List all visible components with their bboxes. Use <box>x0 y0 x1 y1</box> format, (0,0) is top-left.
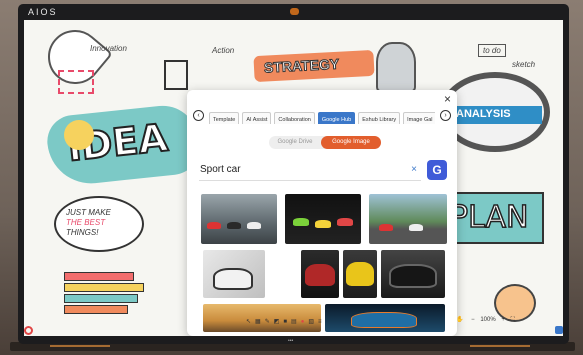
tab-eshub-library[interactable]: Eshub Library <box>358 112 401 124</box>
whiteboard-canvas[interactable]: Innovation Action STRATEGY to do sketch … <box>24 20 563 336</box>
tab-template[interactable]: Template <box>209 112 240 124</box>
bubble-text: JUST MAKE THE BEST THINGS! <box>66 208 111 238</box>
lightbulb-icon <box>64 120 94 150</box>
todo-note: to do <box>478 44 506 57</box>
tab-list: Template AI Assist Collaboration Google Hub… <box>209 108 435 124</box>
board-sketch <box>164 60 188 90</box>
tv-logo: ••• <box>288 338 294 344</box>
app-logo-icon <box>24 326 33 335</box>
source-toggle: Google Drive Google Image <box>269 136 381 149</box>
result-image[interactable] <box>381 250 445 298</box>
strategy-text: STRATEGY <box>263 55 340 76</box>
text-icon[interactable]: ▤ <box>291 319 297 325</box>
car-shape <box>213 268 253 290</box>
stand-light <box>470 345 530 347</box>
shape-icon[interactable]: ■ <box>283 319 287 325</box>
result-image[interactable] <box>343 250 377 298</box>
clear-icon[interactable]: × <box>411 164 417 175</box>
action-note: Action <box>212 46 235 55</box>
search-value: Sport car <box>200 164 241 175</box>
car-shape <box>315 220 331 228</box>
car-shape <box>227 222 241 229</box>
plan-text: PLAN <box>449 199 529 236</box>
car-shape <box>305 264 335 286</box>
car-shape <box>389 264 437 288</box>
tab-google-hub[interactable]: Google Hub <box>317 112 356 124</box>
result-image[interactable] <box>301 250 339 298</box>
sketch-note: sketch <box>512 60 536 69</box>
select-icon[interactable]: ▦ <box>255 319 261 325</box>
display-frame: AIOS Innovation Action STRATEGY to do sk… <box>18 4 569 344</box>
result-image[interactable] <box>369 194 447 244</box>
chess-knight-icon <box>376 42 416 92</box>
tab-image-gallery[interactable]: Image Gal <box>403 112 435 124</box>
innovation-note: Innovation <box>90 44 127 53</box>
car-shape <box>409 224 423 231</box>
strategy-banner: STRATEGY <box>253 49 375 83</box>
car-shape <box>346 262 374 286</box>
image-results <box>201 194 447 332</box>
top-bezel: AIOS <box>18 4 569 20</box>
google-search-button[interactable]: G <box>427 160 447 180</box>
analysis-band: ANALYSIS <box>450 106 542 124</box>
book <box>64 305 128 314</box>
user-icon[interactable] <box>555 326 563 334</box>
google-hub-dialog: × ‹ Template AI Assist Collaboration Google… <box>187 90 457 336</box>
tab-bar: ‹ Template AI Assist Collaboration Google H… <box>191 108 453 124</box>
pen-icon[interactable]: ✎ <box>265 319 270 325</box>
insert-icon[interactable]: ▧ <box>308 319 314 325</box>
stand-light <box>50 345 110 347</box>
result-image[interactable] <box>285 194 361 244</box>
book <box>64 294 138 303</box>
fullscreen-icon[interactable]: ⛶ <box>511 317 515 323</box>
speech-bubble: JUST MAKE THE BEST THINGS! <box>54 196 144 252</box>
book <box>64 272 134 281</box>
app-launcher[interactable] <box>24 326 52 336</box>
cursor-icon[interactable]: ↖ <box>246 319 251 325</box>
chevron-left-icon[interactable]: ‹ <box>193 110 204 121</box>
car-shape <box>379 224 393 231</box>
hand-icon[interactable]: ✋ <box>456 317 463 323</box>
car-shape <box>293 218 309 226</box>
tab-collaboration[interactable]: Collaboration <box>274 112 315 124</box>
google-image-option[interactable]: Google Image <box>321 136 381 149</box>
search-input[interactable]: Sport car × <box>199 161 421 181</box>
chevron-right-icon[interactable]: › <box>440 110 451 121</box>
bubble-line: THE BEST <box>66 218 106 227</box>
bubble-line: THINGS! <box>66 228 99 237</box>
brand-label: AIOS <box>28 7 58 17</box>
zoom-level: 100% <box>480 317 496 323</box>
book <box>64 283 144 292</box>
more-icon[interactable]: ≡ <box>318 319 322 325</box>
zoom-control: ✋ − 100% + ⛶ <box>456 316 546 328</box>
car-shape <box>337 218 353 226</box>
car-shape <box>247 222 261 229</box>
zoom-out-icon[interactable]: − <box>471 317 475 323</box>
bottom-toolbar: ↖ ▦ ✎ ◩ ■ ▤ ● ▧ ≡ <box>246 318 346 328</box>
close-button[interactable]: × <box>444 92 451 106</box>
tab-ai-assist[interactable]: AI Assist <box>242 112 272 124</box>
books-drawing <box>64 272 154 322</box>
color-icon[interactable]: ● <box>301 319 305 325</box>
eraser-icon[interactable]: ◩ <box>274 319 280 325</box>
car-shape <box>351 312 417 328</box>
bubble-line: JUST MAKE <box>66 208 111 217</box>
zoom-in-icon[interactable]: + <box>501 317 505 323</box>
car-shape <box>207 222 221 229</box>
result-image[interactable] <box>201 194 277 244</box>
result-image[interactable] <box>203 250 265 298</box>
analysis-text: ANALYSIS <box>456 108 511 120</box>
camera-icon <box>290 8 299 15</box>
google-drive-option[interactable]: Google Drive <box>269 136 321 149</box>
dashed-box <box>58 70 94 94</box>
